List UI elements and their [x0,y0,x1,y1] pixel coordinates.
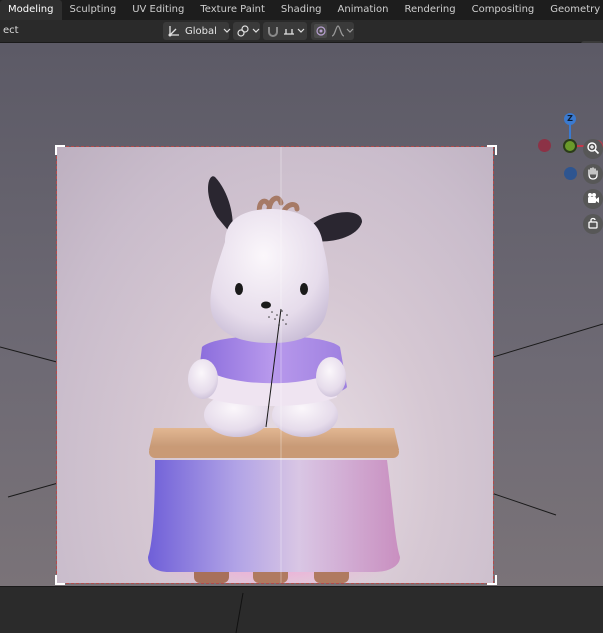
proportional-editing[interactable] [311,22,354,40]
bottom-panel [0,586,603,633]
gizmo-neg-z-axis[interactable] [564,167,577,180]
frame-corner-bottom-left[interactable] [55,575,65,585]
tab-shading[interactable]: Shading [273,0,330,20]
tab-compositing[interactable]: Compositing [464,0,543,20]
pan-button[interactable] [583,164,603,184]
camera-icon [586,190,600,209]
lock-icon [586,215,600,234]
chevron-down-icon [297,28,305,34]
orientation-label: Global [185,25,217,37]
snapping-dropdown[interactable] [263,22,307,40]
gizmo-y-axis[interactable] [563,139,577,153]
magnet-icon [266,24,280,38]
snap-icon [236,24,250,38]
chevron-down-icon [346,28,354,34]
tab-uv-editing[interactable]: UV Editing [124,0,192,20]
camera-render-region [56,146,494,584]
proportional-falloff-icon[interactable] [331,24,345,38]
frame-corner-top-left[interactable] [55,145,65,155]
zoom-button[interactable] [583,139,603,159]
tab-sculpting[interactable]: Sculpting [62,0,125,20]
snap-target-icon [282,24,296,38]
viewport-header: ect Global [0,20,603,60]
pivot-point-dropdown[interactable] [233,22,260,40]
workspace-tabs: Modeling Sculpting UV Editing Texture Pa… [0,0,603,20]
chevron-down-icon [223,28,231,34]
orientation-icon [167,24,181,38]
tab-rendering[interactable]: Rendering [397,0,464,20]
frustum-line-extension [235,592,244,633]
tab-geometry-nodes[interactable]: Geometry Nodes [542,0,603,20]
gizmo-neg-x-axis[interactable] [538,139,551,152]
frame-corner-top-right[interactable] [487,145,497,155]
frame-corner-bottom-right[interactable] [487,575,497,585]
lock-camera-button[interactable] [583,214,603,234]
tab-animation[interactable]: Animation [330,0,397,20]
camera-view-button[interactable] [583,189,603,209]
tab-modeling[interactable]: Modeling [0,0,62,20]
select-menu[interactable]: ect [0,23,22,39]
zoom-icon [586,140,600,159]
pochacco-figure [148,147,400,583]
gizmo-z-axis[interactable]: Z [564,113,576,125]
transform-orientation-dropdown[interactable]: Global [163,22,231,40]
chevron-down-icon [252,28,260,34]
3d-viewport[interactable]: Z X [0,43,603,586]
tab-texture-paint[interactable]: Texture Paint [192,0,273,20]
hand-icon [586,165,600,184]
proportional-edit-icon[interactable] [314,24,327,38]
